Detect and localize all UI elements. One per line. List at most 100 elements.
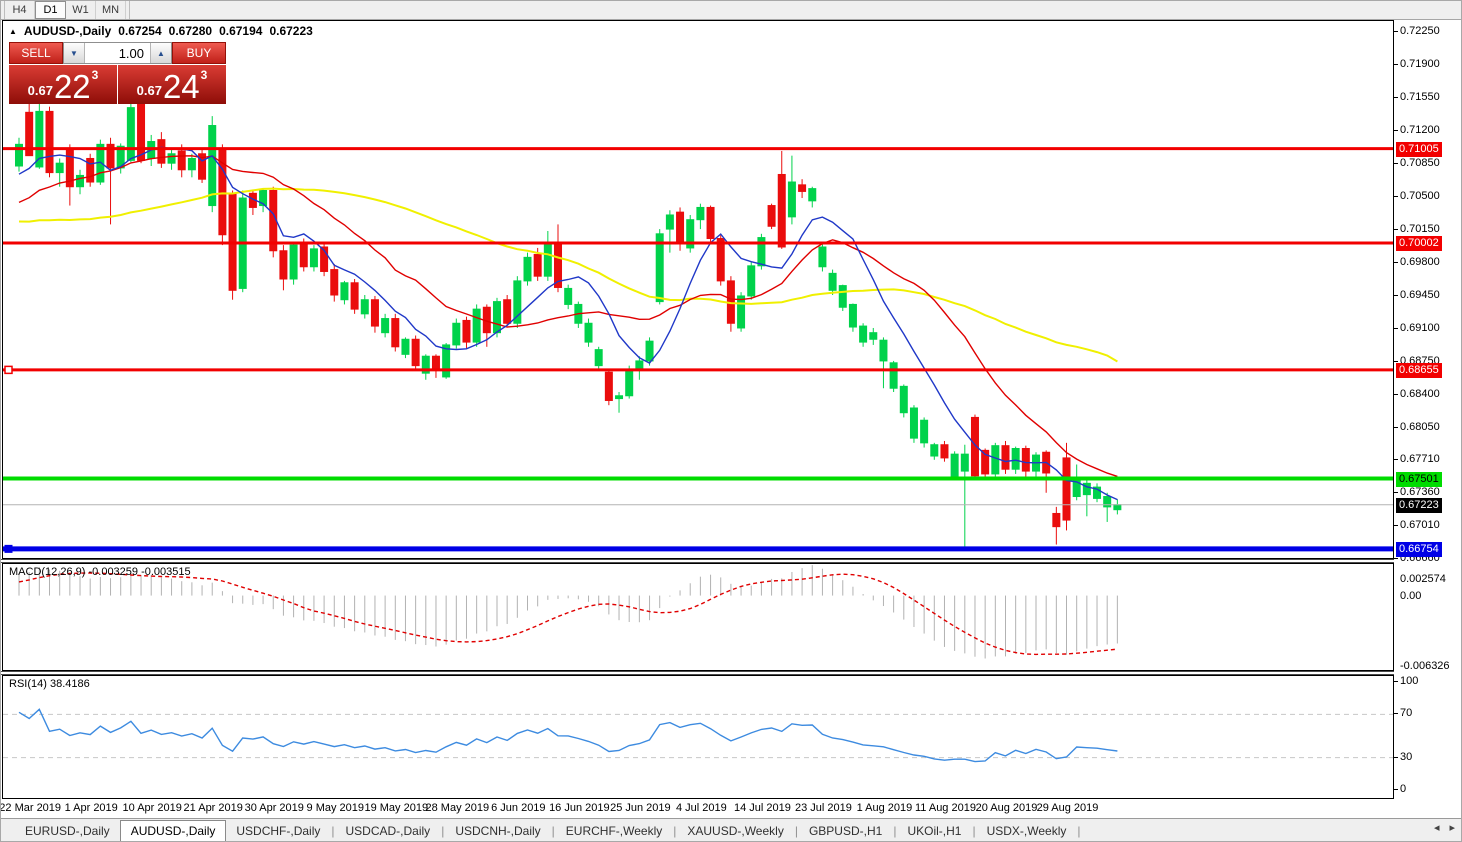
candle bbox=[768, 204, 775, 229]
axis-tick-mark bbox=[1394, 163, 1398, 164]
rsi-axis-label: 30 bbox=[1400, 751, 1412, 763]
axis-tick-mark bbox=[1394, 97, 1398, 98]
level-price-badge: 0.71005 bbox=[1396, 142, 1442, 157]
chart-tab-eurchf[interactable]: EURCHF-,Weekly bbox=[556, 821, 672, 841]
chart-tab-gbpusd[interactable]: GBPUSD-,H1 bbox=[799, 821, 892, 841]
axis-tick-mark bbox=[1394, 361, 1398, 362]
date-tick-label: 16 Jun 2019 bbox=[549, 802, 610, 814]
candle bbox=[209, 116, 216, 212]
candle bbox=[290, 243, 297, 284]
candle bbox=[839, 285, 846, 311]
axis-tick-mark bbox=[1394, 196, 1398, 197]
axis-tick-mark bbox=[1394, 328, 1398, 329]
date-tick-label: 21 Apr 2019 bbox=[184, 802, 243, 814]
candle bbox=[748, 262, 755, 300]
candle bbox=[565, 285, 572, 309]
price-tick-label: 0.72250 bbox=[1400, 25, 1440, 37]
macd-chart-canvas[interactable] bbox=[3, 564, 1393, 670]
rsi-chart-canvas[interactable] bbox=[3, 676, 1393, 798]
axis-tick-mark bbox=[1394, 31, 1398, 32]
volume-increase-button[interactable]: ▲ bbox=[150, 43, 171, 63]
candle bbox=[697, 204, 704, 229]
axis-tick-mark bbox=[1394, 130, 1398, 131]
candle bbox=[371, 296, 378, 333]
chart-ohlc-header: ▲ AUDUSD-,Daily 0.67254 0.67280 0.67194 … bbox=[9, 24, 313, 38]
price-tick-label: 0.67010 bbox=[1400, 519, 1440, 531]
tab-scroll-left-icon[interactable]: ◂ bbox=[1434, 821, 1440, 834]
one-click-trading-panel: SELL ▼ 1.00 ▲ BUY 0.67 22 3 0.67 24 3 bbox=[9, 42, 226, 104]
date-tick-label: 1 Aug 2019 bbox=[857, 802, 913, 814]
price-tick-label: 0.70150 bbox=[1400, 223, 1440, 235]
candle bbox=[1002, 441, 1009, 474]
level-price-badge: 0.68655 bbox=[1396, 363, 1442, 378]
candle bbox=[921, 417, 928, 447]
tab-scroll-right-icon[interactable]: ▸ bbox=[1449, 821, 1455, 834]
candle bbox=[880, 337, 887, 388]
chart-tab-usdcad[interactable]: USDCAD-,Daily bbox=[336, 821, 441, 841]
candle bbox=[860, 323, 867, 347]
macd-indicator-panel[interactable]: MACD(12,26,9) -0.003259 -0.003515 bbox=[2, 563, 1394, 671]
price-tick-label: 0.70850 bbox=[1400, 157, 1440, 169]
volume-input[interactable]: 1.00 bbox=[85, 43, 150, 63]
chart-tab-usdchf[interactable]: USDCHF-,Daily bbox=[226, 821, 330, 841]
candle bbox=[249, 190, 256, 214]
candle bbox=[890, 361, 897, 392]
timeframe-button-w1[interactable]: W1 bbox=[66, 1, 96, 19]
candle bbox=[1053, 507, 1060, 545]
candle bbox=[168, 149, 175, 170]
volume-decrease-button[interactable]: ▼ bbox=[64, 43, 85, 63]
date-tick-label: 9 May 2019 bbox=[307, 802, 364, 814]
candle bbox=[341, 281, 348, 305]
collapse-triangle-icon[interactable]: ▲ bbox=[9, 27, 17, 36]
candle bbox=[412, 336, 419, 371]
date-tick-label: 29 Aug 2019 bbox=[1037, 802, 1099, 814]
axis-tick-mark bbox=[1394, 459, 1398, 460]
timeframe-button-h4[interactable]: H4 bbox=[5, 1, 35, 19]
buy-button[interactable]: BUY bbox=[172, 42, 226, 64]
chart-tab-usdcnh[interactable]: USDCNH-,Daily bbox=[445, 821, 550, 841]
sell-button[interactable]: SELL bbox=[9, 42, 63, 64]
candle bbox=[666, 210, 673, 252]
sell-quote-button[interactable]: 0.67 22 3 bbox=[9, 65, 117, 104]
candle bbox=[982, 448, 989, 480]
chart-tab-ukoil[interactable]: UKOil-,H1 bbox=[897, 821, 971, 841]
candle bbox=[453, 319, 460, 349]
candle bbox=[809, 187, 816, 208]
ohlc-low: 0.67194 bbox=[219, 24, 262, 38]
candle bbox=[707, 206, 714, 244]
candle bbox=[829, 270, 836, 295]
candle bbox=[1104, 493, 1111, 522]
candle bbox=[514, 276, 521, 328]
symbol-title: AUDUSD-,Daily bbox=[24, 24, 111, 38]
rsi-label: RSI(14) 38.4186 bbox=[9, 678, 90, 690]
macd-axis-label: 0.002574 bbox=[1400, 573, 1446, 585]
buy-pips: 24 bbox=[163, 72, 200, 102]
macd-axis-label: -0.006326 bbox=[1400, 660, 1450, 672]
macd-label: MACD(12,26,9) -0.003259 -0.003515 bbox=[9, 566, 191, 578]
chart-tab-audusd[interactable]: AUDUSD-,Daily bbox=[120, 820, 227, 842]
trading-terminal-window: H4D1W1MN ▲ AUDUSD-,Daily 0.67254 0.67280… bbox=[0, 0, 1462, 842]
chart-tab-xauusd[interactable]: XAUUSD-,Weekly bbox=[677, 821, 793, 841]
rsi-axis-label: 100 bbox=[1400, 675, 1418, 687]
chart-tab-eurusd[interactable]: EURUSD-,Daily bbox=[15, 821, 120, 841]
time-axis[interactable]: 22 Mar 20191 Apr 201910 Apr 201921 Apr 2… bbox=[2, 799, 1393, 818]
date-tick-label: 6 Jun 2019 bbox=[491, 802, 545, 814]
chart-tab-usdx[interactable]: USDX-,Weekly bbox=[977, 821, 1077, 841]
timeframe-button-mn[interactable]: MN bbox=[96, 1, 126, 19]
candle bbox=[260, 189, 267, 213]
candle bbox=[931, 443, 938, 460]
timeframe-button-d1[interactable]: D1 bbox=[35, 1, 66, 19]
rsi-indicator-panel[interactable]: RSI(14) 38.4186 bbox=[2, 675, 1394, 799]
candle bbox=[219, 144, 226, 245]
candle bbox=[524, 253, 531, 286]
buy-quote-button[interactable]: 0.67 24 3 bbox=[118, 65, 226, 104]
price-axis[interactable]: 0.722500.719000.715500.712000.708500.705… bbox=[1394, 20, 1462, 818]
candle bbox=[46, 107, 53, 178]
candle bbox=[392, 314, 399, 352]
candle bbox=[941, 441, 948, 462]
tab-separator: | bbox=[1076, 824, 1081, 838]
axis-tick-mark bbox=[1394, 64, 1398, 65]
candle bbox=[951, 451, 958, 480]
candle bbox=[788, 156, 795, 225]
date-tick-label: 30 Apr 2019 bbox=[245, 802, 304, 814]
